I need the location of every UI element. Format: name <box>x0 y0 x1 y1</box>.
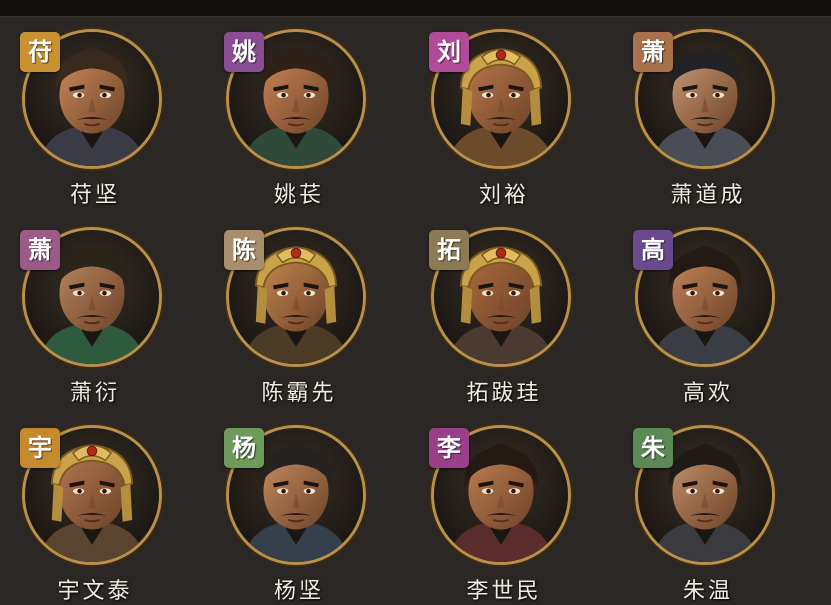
character-card[interactable]: 萧萧衍 <box>0 215 190 406</box>
character-card[interactable]: 陈陈霸先 <box>204 215 394 406</box>
character-name: 萧衍 <box>69 381 120 406</box>
character-name: 朱温 <box>682 579 733 604</box>
surname-badge: 高 <box>633 230 673 270</box>
character-card[interactable]: 杨杨坚 <box>204 413 394 604</box>
character-name: 刘裕 <box>478 183 529 208</box>
surname-badge: 拓 <box>429 230 469 270</box>
character-name: 李世民 <box>466 579 542 604</box>
character-name: 高欢 <box>682 381 733 406</box>
character-card[interactable]: 李李世民 <box>409 413 599 604</box>
character-name: 陈霸先 <box>261 381 337 406</box>
surname-badge: 宇 <box>20 428 60 468</box>
surname-badge: 陈 <box>224 230 264 270</box>
top-bar <box>0 0 831 17</box>
character-name: 苻坚 <box>69 183 120 208</box>
surname-badge: 姚 <box>224 32 264 72</box>
character-name: 拓跋珪 <box>466 381 542 406</box>
surname-badge: 刘 <box>429 32 469 72</box>
surname-badge: 杨 <box>224 428 264 468</box>
character-card[interactable]: 刘刘裕 <box>409 17 599 208</box>
character-card[interactable]: 姚姚苌 <box>204 17 394 208</box>
character-card[interactable]: 宇宇文泰 <box>0 413 190 604</box>
surname-badge: 朱 <box>633 428 673 468</box>
surname-badge: 萧 <box>633 32 673 72</box>
character-name: 萧道成 <box>670 183 746 208</box>
character-card[interactable]: 高高欢 <box>613 215 803 406</box>
character-card[interactable]: 拓拓跋珪 <box>409 215 599 406</box>
character-name: 姚苌 <box>273 183 324 208</box>
character-name: 宇文泰 <box>57 579 133 604</box>
character-grid: 苻苻坚 姚姚苌 刘 刘裕 萧 萧道成 萧 萧衍 陈 陈霸先 拓 拓跋珪 高 高欢… <box>0 17 831 604</box>
character-card[interactable]: 朱朱温 <box>613 413 803 604</box>
character-card[interactable]: 苻苻坚 <box>0 17 190 208</box>
character-name: 杨坚 <box>273 579 324 604</box>
character-card[interactable]: 萧萧道成 <box>613 17 803 208</box>
surname-badge: 萧 <box>20 230 60 270</box>
surname-badge: 李 <box>429 428 469 468</box>
surname-badge: 苻 <box>20 32 60 72</box>
